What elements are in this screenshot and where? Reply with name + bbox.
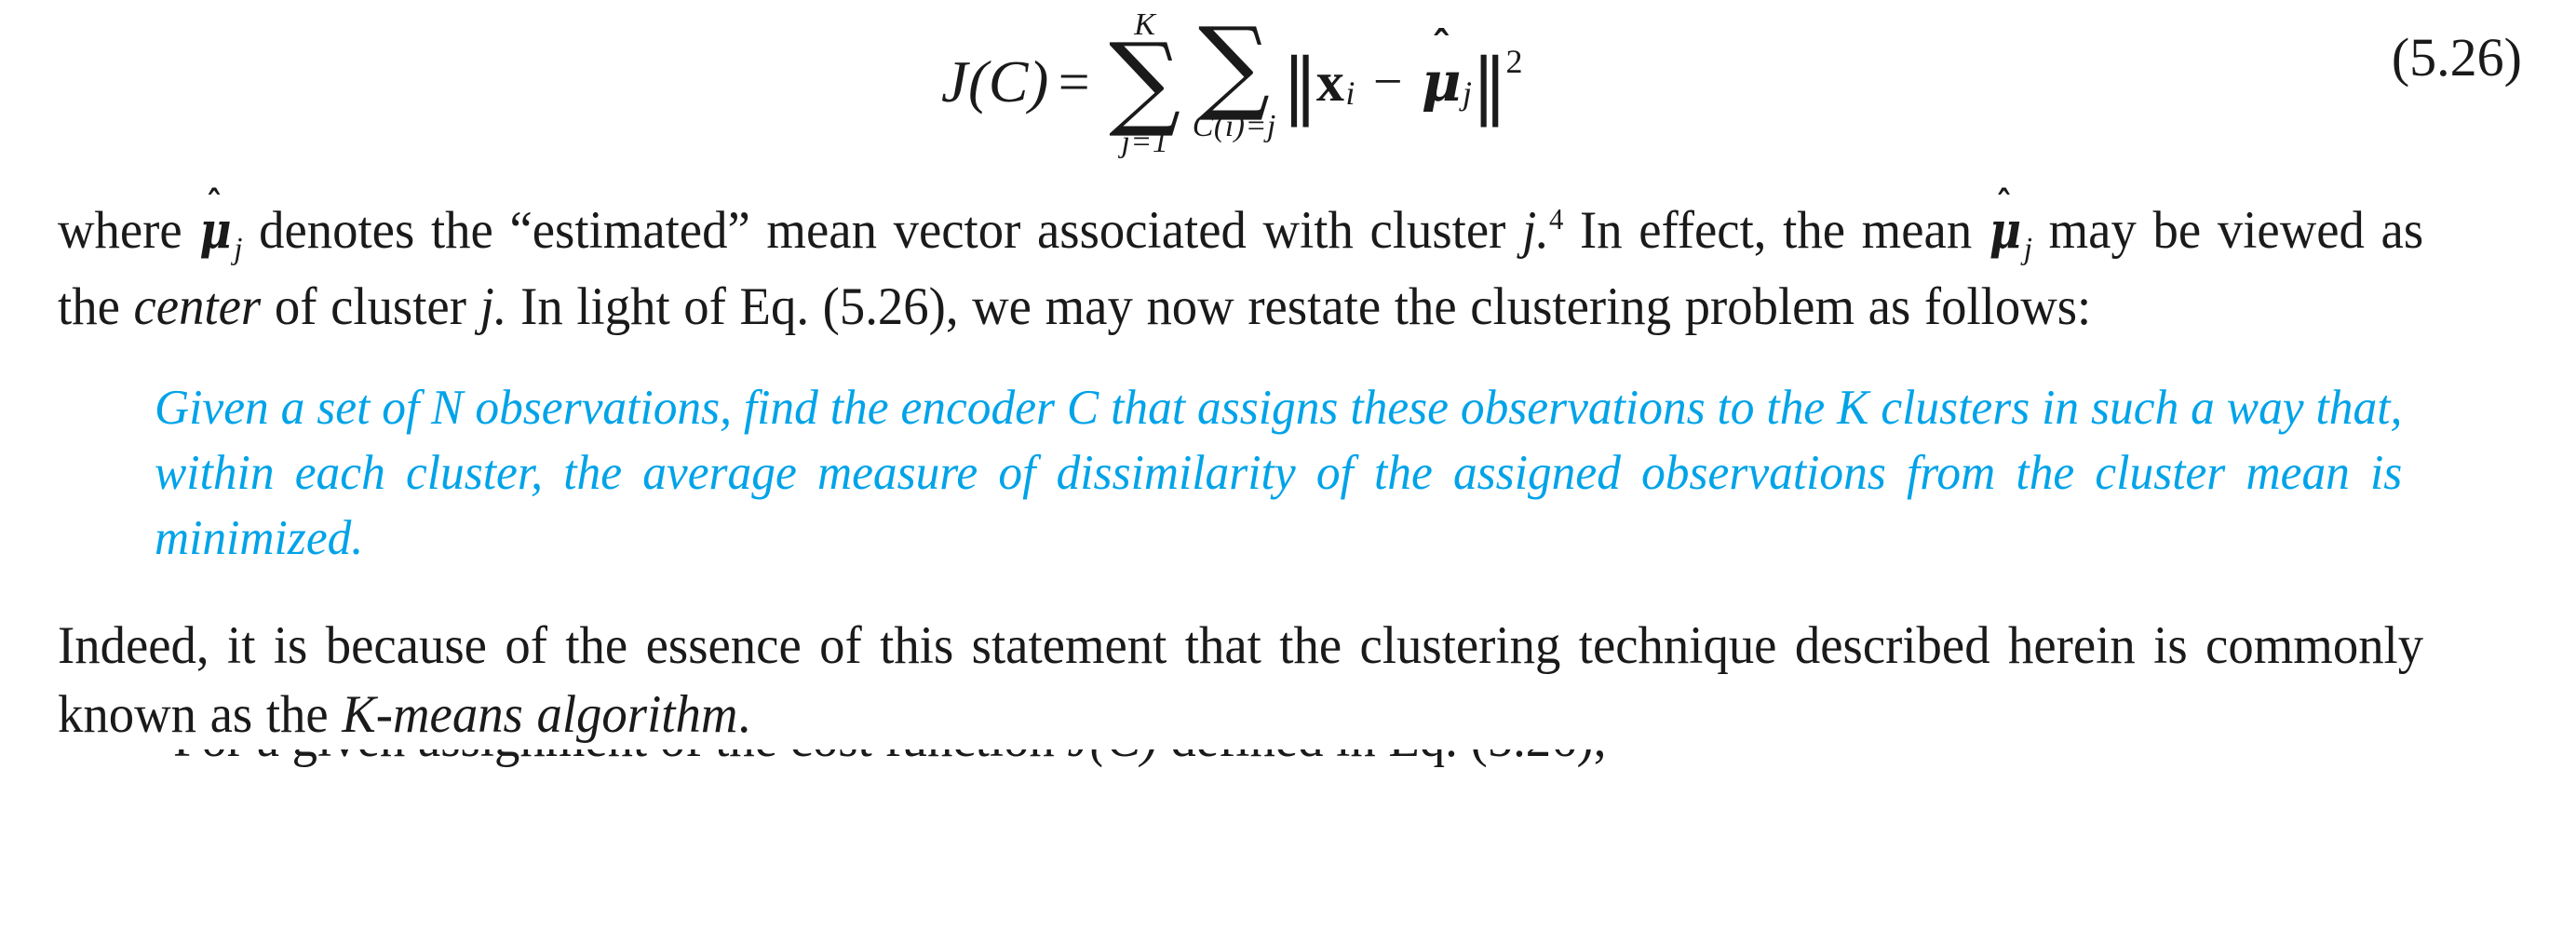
equation-lhs: J(C) (941, 47, 1049, 115)
vector-x-subscript: i (1345, 74, 1355, 112)
text-segment: For a given assignment of the cost funct… (173, 749, 1067, 768)
mu-hat-symbol-inline: ˆμ (199, 183, 231, 264)
footnote-marker: 4 (1548, 202, 1564, 236)
paragraph-where-mu-hat: where ˆ μj denotes the “estimated” mean v… (58, 183, 2423, 342)
subscript-j: j (234, 232, 243, 266)
text-segment: defined in Eq. (5.26), (1158, 749, 1606, 768)
text-segment: denotes the “estimated” mean vector asso… (242, 201, 1523, 260)
equation-equals-sign: = (1058, 50, 1091, 113)
vector-x: x (1315, 50, 1345, 113)
text-segment: where (58, 201, 199, 260)
norm-exponent: 2 (1505, 42, 1523, 80)
sigma-glyph: ∑ (1197, 6, 1271, 126)
italic-cost-function: J(C) (1067, 749, 1157, 768)
body-column: Indeed, it is because of the essence of … (0, 612, 2576, 749)
norm-open-delimiter: ‖ (1281, 43, 1318, 128)
mu-hat-subscript-inline: j (233, 196, 243, 273)
italic-k-means-algorithm: K-means algorithm (342, 685, 738, 744)
mu-hat-symbol-inline: ˆμ (1989, 183, 2021, 264)
text-segment: In light of Eq. (5.26), we may now resta… (506, 277, 2092, 336)
mu-hat-subscript-inline: j (2023, 196, 2032, 273)
italic-cluster-j: j. (479, 277, 507, 336)
text-segment: of cluster (261, 277, 480, 336)
paragraph-indeed-k-means: Indeed, it is because of the essence of … (58, 612, 2423, 749)
italic-cluster-j: j. (1522, 201, 1549, 260)
norm-close-delimiter: ‖ (1471, 43, 1507, 128)
hat-accent-icon: ˆ (1431, 22, 1452, 71)
summation-inner: ∑ C(i)=j (1193, 6, 1276, 142)
equation-number: (5.26) (2391, 27, 2522, 88)
summation-outer: K ∑ j=1 (1109, 9, 1181, 158)
text-segment: In effect, the mean (1563, 201, 1989, 260)
mu-hat-symbol: ˆ μ (1422, 26, 1462, 109)
highlighted-quote-block: Given a set of N observations, find the … (0, 375, 2576, 571)
equation-body: J(C) = K ∑ j=1 ∑ C(i)=j ‖ xi − ˆ μ j ‖ 2 (0, 6, 2576, 158)
italic-center: center (133, 277, 262, 336)
document-page: J(C) = K ∑ j=1 ∑ C(i)=j ‖ xi − ˆ μ j ‖ 2… (0, 0, 2576, 931)
clipped-next-line: For a given assignment of the cost funct… (0, 749, 2576, 774)
quote-text: Given a set of N observations, find the … (155, 381, 2403, 565)
sigma-glyph: ∑ (1109, 21, 1181, 142)
subscript-j: j (2023, 232, 2032, 266)
minus-operator: − (1372, 52, 1403, 111)
vertical-spacer (0, 571, 2576, 612)
text-segment: . (737, 685, 751, 744)
hat-accent-icon: ˆ (206, 183, 223, 227)
display-equation-5-26: J(C) = K ∑ j=1 ∑ C(i)=j ‖ xi − ˆ μ j ‖ 2… (0, 0, 2576, 196)
body-column: where ˆ μj denotes the “estimated” mean v… (0, 183, 2576, 342)
hat-accent-icon: ˆ (1995, 183, 2013, 227)
clipped-text: For a given assignment of the cost funct… (173, 749, 2428, 774)
